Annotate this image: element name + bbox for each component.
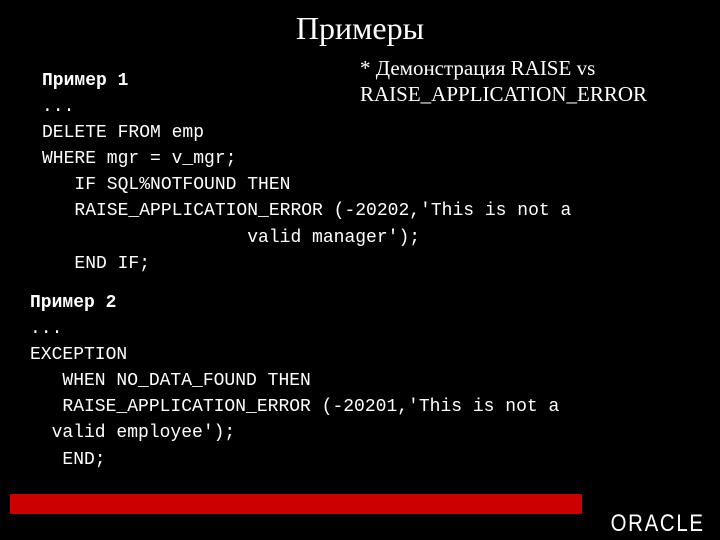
code-line: EXCEPTION [30,345,127,365]
code-line: valid employee'); [30,423,235,443]
code-line: IF SQL%NOTFOUND THEN [42,175,290,195]
code-line: WHEN NO_DATA_FOUND THEN [30,371,311,391]
example-1-code: Пример 1 ... DELETE FROM emp WHERE mgr =… [42,68,571,277]
code-line: ... [30,319,62,339]
code-line: RAISE_APPLICATION_ERROR (-20201,'This is… [30,397,559,417]
example-2-label: Пример 2 [30,293,116,313]
oracle-logo: ORACLE [611,510,705,538]
example-2-code: Пример 2 ... EXCEPTION WHEN NO_DATA_FOUN… [30,290,559,473]
code-line: WHERE mgr = v_mgr; [42,149,236,169]
code-line: END; [30,450,106,470]
code-line: DELETE FROM emp [42,123,204,143]
code-line: ... [42,97,74,117]
slide-title: Примеры [0,0,720,55]
code-line: END IF; [42,254,150,274]
example-1-label: Пример 1 [42,71,128,91]
code-line: RAISE_APPLICATION_ERROR (-20202,'This is… [42,201,571,221]
code-line: valid manager'); [42,228,420,248]
